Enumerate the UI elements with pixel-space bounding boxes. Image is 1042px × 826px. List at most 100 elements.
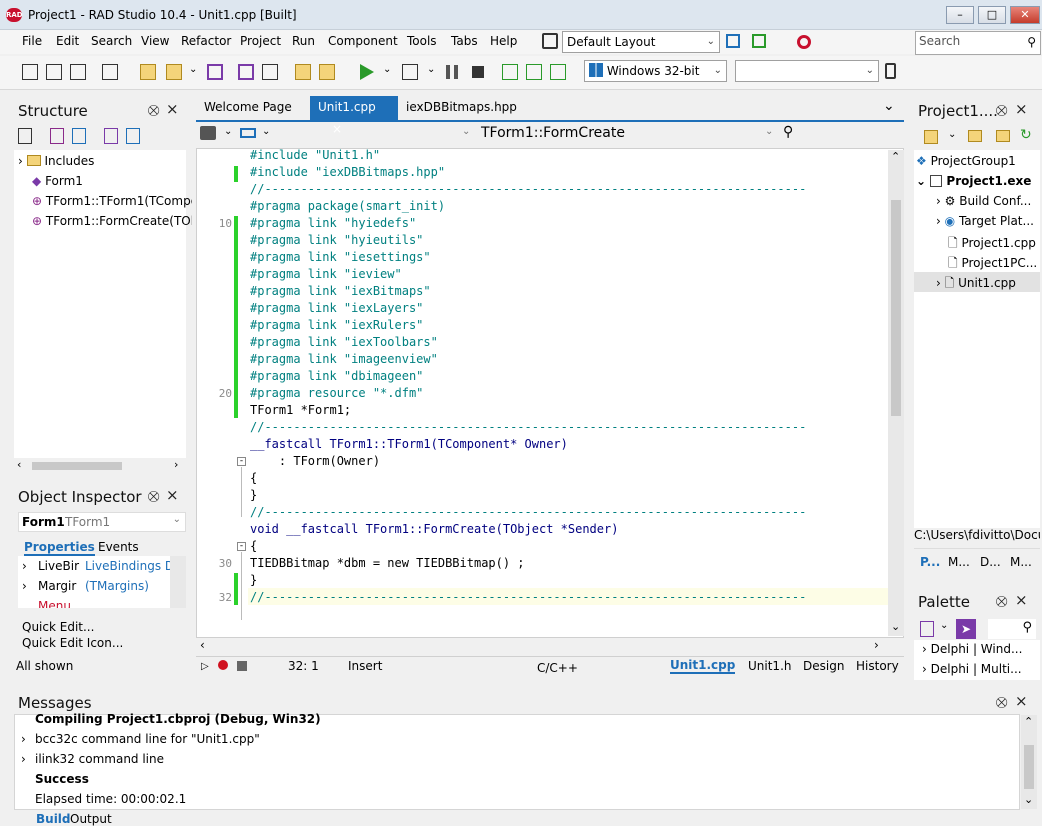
palette-filter-icon[interactable]	[920, 621, 934, 637]
menu-search[interactable]: Search	[91, 34, 132, 48]
editor-hscrollbar[interactable]: ‹ ›	[196, 638, 888, 654]
menu-run[interactable]: Run	[292, 34, 315, 48]
chevron-down-icon[interactable]: ⌄	[224, 126, 232, 137]
tab-properties[interactable]: Properties	[24, 540, 95, 556]
add-icon[interactable]	[924, 130, 938, 144]
class-icon[interactable]	[240, 128, 256, 138]
quick-edit-icon-link[interactable]: Quick Edit Icon...	[22, 636, 123, 650]
pointer-icon[interactable]: ➤	[956, 619, 976, 639]
structure-hscrollbar[interactable]: ‹ ›	[14, 458, 186, 474]
device-icon[interactable]	[885, 63, 896, 79]
run-icon[interactable]	[360, 64, 374, 80]
tree-item-projectgroup[interactable]: ❖ ProjectGroup1	[916, 154, 1016, 168]
expand-icon[interactable]: ›	[22, 559, 27, 573]
scroll-thumb[interactable]	[891, 200, 901, 416]
palette-search[interactable]: ⚲	[988, 619, 1036, 639]
view-tab-design[interactable]: Design	[803, 659, 844, 673]
tree-item-constructor[interactable]: ⊕ TForm1::TForm1(TComponent	[32, 194, 192, 208]
trace-into-icon[interactable]	[526, 64, 542, 80]
pin-icon[interactable]: ⛒	[996, 696, 1007, 710]
chevron-down-icon[interactable]: ⌄	[765, 126, 773, 137]
tree-item-target-platforms[interactable]: › ◉ Target Plat...	[936, 214, 1034, 228]
close-file-icon[interactable]	[262, 64, 278, 80]
tab-events[interactable]: Events	[98, 540, 139, 554]
new-unit-icon[interactable]	[70, 64, 86, 80]
chevron-down-icon[interactable]: ⌄	[462, 126, 470, 137]
chevron-down-icon[interactable]: ⌄	[948, 129, 956, 140]
property-value[interactable]: (TMargins)	[85, 579, 149, 593]
quick-edit-link[interactable]: Quick Edit...	[22, 620, 94, 634]
menu-tabs[interactable]: Tabs	[451, 34, 478, 48]
view-tab-unit1-cpp[interactable]: Unit1.cpp	[670, 658, 736, 674]
save-layout-icon[interactable]	[726, 34, 740, 48]
sort-icon[interactable]	[18, 128, 32, 144]
palette-category[interactable]: › Delphi | Wind...	[922, 642, 1022, 656]
close-icon[interactable]: ×	[1015, 591, 1028, 609]
expand-icon[interactable]: ›	[21, 752, 26, 766]
remove-from-project-icon[interactable]	[319, 64, 335, 80]
expand-icon[interactable]: ›	[21, 732, 26, 746]
code-area[interactable]: #include "Unit1.h" #include "iexDBBitmap…	[250, 147, 890, 637]
close-icon[interactable]: ×	[166, 486, 179, 504]
fold-icon[interactable]: -	[237, 542, 246, 551]
pin-icon[interactable]: ⛒	[996, 104, 1007, 118]
open-icon[interactable]	[166, 64, 182, 80]
tree-item-build-config[interactable]: › ⚙ Build Conf...	[936, 194, 1031, 208]
tab-unit1-cpp[interactable]: Unit1.cpp ×	[310, 96, 398, 136]
close-icon[interactable]: ×	[1015, 692, 1028, 710]
tab-multi[interactable]: M...	[1010, 555, 1032, 569]
tab-list-chevron-icon[interactable]: ⌄	[883, 98, 895, 114]
tree-item-formcreate[interactable]: ⊕ TForm1::FormCreate(TOb	[32, 214, 192, 228]
message-line[interactable]: bcc32c command line for "Unit1.cpp"	[35, 732, 260, 746]
palette-category[interactable]: › Delphi | Multi...	[922, 662, 1022, 676]
tree-item-project1-cpp[interactable]: 🗋 Project1.cpp	[948, 234, 1036, 255]
property-value[interactable]: LiveBindings De	[85, 559, 171, 573]
play-macro-icon[interactable]: ▷	[201, 661, 209, 672]
pause-icon[interactable]	[446, 65, 458, 79]
tab-data[interactable]: D...	[980, 555, 1001, 569]
run-without-debug-icon[interactable]	[402, 64, 418, 80]
stop-macro-icon[interactable]	[237, 661, 247, 671]
close-icon[interactable]: ×	[166, 100, 179, 118]
menu-file[interactable]: File	[22, 34, 42, 48]
editor-vscrollbar[interactable]: ⌃ ⌄	[888, 150, 904, 636]
tree-item-form1[interactable]: ◆ Form1	[32, 174, 83, 188]
property-vscrollbar[interactable]	[170, 556, 186, 608]
tree-item-project1-exe[interactable]: ⌄ Project1.exe	[916, 174, 1031, 188]
add-to-project-icon[interactable]	[295, 64, 311, 80]
maximize-button[interactable]: □	[978, 6, 1006, 24]
folder-icon[interactable]	[996, 130, 1010, 142]
view-tab-history[interactable]: History	[856, 659, 899, 673]
apply-layout-icon[interactable]	[752, 34, 766, 48]
toolbox-icon[interactable]	[200, 126, 216, 140]
scroll-thumb[interactable]	[32, 462, 122, 470]
save-icon[interactable]	[207, 64, 223, 80]
save-all-icon[interactable]	[238, 64, 254, 80]
menu-component[interactable]: Component	[328, 34, 398, 48]
menu-tools[interactable]: Tools	[407, 34, 437, 48]
expand-icon[interactable]: ›	[22, 579, 27, 593]
scroll-thumb[interactable]	[1024, 745, 1034, 789]
menu-view[interactable]: View	[141, 34, 169, 48]
messages-vscrollbar[interactable]: ⌃ ⌄	[1021, 715, 1037, 809]
component-selector[interactable]: Form1 TForm1 ⌄	[18, 512, 186, 532]
group-icon[interactable]	[50, 128, 64, 144]
chevron-down-icon[interactable]: ⌄	[383, 64, 391, 75]
close-tab-icon[interactable]: ×	[332, 122, 342, 136]
expand-icon[interactable]	[126, 128, 140, 144]
view-tab-unit1-h[interactable]: Unit1.h	[748, 659, 791, 673]
tab-build[interactable]: Build	[36, 812, 71, 826]
close-icon[interactable]: ×	[1015, 100, 1028, 118]
chevron-down-icon[interactable]: ⌄	[189, 64, 197, 75]
platform-combo[interactable]: Windows 32-bit ⌄	[584, 60, 727, 82]
tree-item-unit1-cpp[interactable]: › 🗋 Unit1.cpp	[936, 274, 1016, 295]
menu-project[interactable]: Project	[240, 34, 281, 48]
pin-icon[interactable]: ⛒	[148, 490, 159, 504]
tab-welcome-page[interactable]: Welcome Page	[196, 96, 300, 120]
refresh-icon[interactable]: ↻	[1020, 127, 1032, 143]
minimize-button[interactable]: –	[946, 6, 974, 24]
chevron-down-icon[interactable]: ⌄	[940, 620, 948, 631]
layout-combo[interactable]: Default Layout ⌄	[562, 31, 720, 53]
tab-iexdbbitmaps-hpp[interactable]: iexDBBitmaps.hpp	[398, 96, 525, 120]
new-form-icon[interactable]	[46, 64, 62, 80]
